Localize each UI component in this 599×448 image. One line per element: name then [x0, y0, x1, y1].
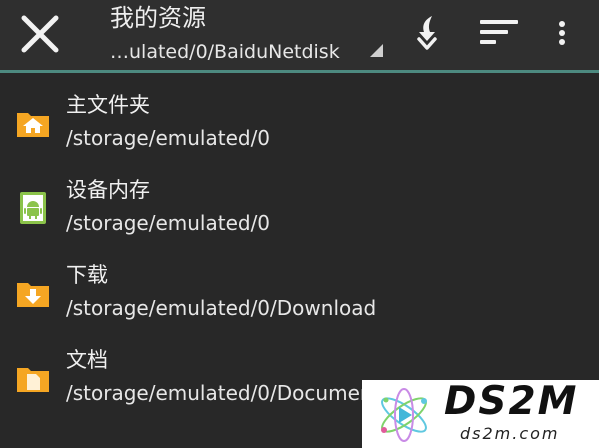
item-name: 文档 — [66, 348, 108, 372]
android-storage-icon — [15, 190, 51, 226]
watermark-subtitle: ds2m.com — [460, 424, 560, 443]
item-name: 下载 — [66, 263, 108, 287]
header-divider — [0, 70, 599, 73]
sort-button[interactable] — [476, 14, 522, 54]
sort-icon — [480, 20, 518, 44]
home-folder-icon — [15, 105, 51, 141]
current-path: …ulated/0/BaiduNetdisk — [110, 41, 340, 63]
watermark: DS2M ds2m.com — [362, 380, 599, 448]
close-button[interactable] — [14, 10, 68, 60]
list-item-home[interactable]: 主文件夹 /storage/emulated/0 — [0, 83, 599, 168]
path-dropdown[interactable]: …ulated/0/BaiduNetdisk — [110, 38, 386, 66]
item-name: 主文件夹 — [66, 93, 150, 117]
close-icon — [21, 15, 59, 53]
dropdown-corner-icon — [370, 44, 383, 57]
more-vert-icon — [559, 21, 565, 45]
more-options-button[interactable] — [554, 14, 570, 54]
download-button[interactable] — [410, 14, 444, 54]
item-path: /storage/emulated/0 — [66, 126, 271, 150]
page-title: 我的资源 — [110, 4, 206, 32]
item-name: 设备内存 — [66, 178, 150, 202]
list-item-device-storage[interactable]: 设备内存 /storage/emulated/0 — [0, 168, 599, 253]
item-path: /storage/emulated/0/Documents — [66, 381, 391, 405]
watermark-title: DS2M — [444, 380, 579, 424]
item-path: /storage/emulated/0/Download — [66, 296, 377, 320]
list-item-download[interactable]: 下载 /storage/emulated/0/Download — [0, 253, 599, 338]
download-icon — [417, 16, 437, 50]
document-folder-icon — [15, 360, 51, 396]
download-folder-icon — [15, 275, 51, 311]
app-header: 我的资源 …ulated/0/BaiduNetdisk — [0, 0, 599, 70]
item-path: /storage/emulated/0 — [66, 211, 271, 235]
atom-logo-icon — [374, 386, 434, 444]
